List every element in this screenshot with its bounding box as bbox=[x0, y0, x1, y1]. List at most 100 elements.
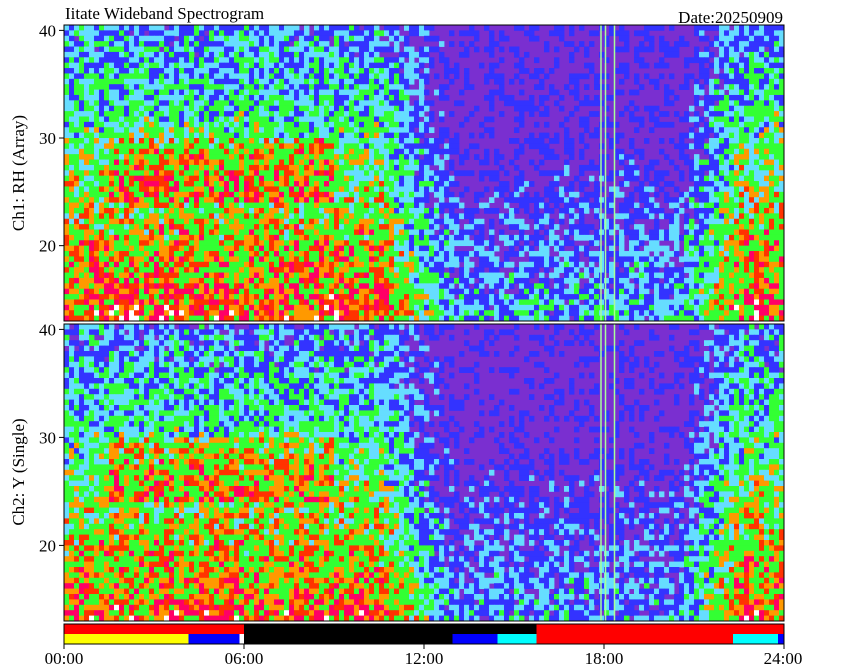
spectrogram-cell bbox=[169, 116, 175, 123]
spectrogram-cell bbox=[659, 46, 665, 53]
spectrogram-cell bbox=[464, 84, 470, 90]
spectrogram-cell bbox=[549, 218, 555, 225]
spectrogram-cell bbox=[499, 181, 505, 187]
spectrogram-cell bbox=[734, 116, 740, 123]
spectrogram-cell bbox=[234, 41, 240, 47]
spectrogram-cell bbox=[194, 132, 200, 139]
spectrogram-cell bbox=[664, 181, 670, 187]
spectrogram-cell bbox=[369, 251, 375, 257]
spectrogram-cell bbox=[244, 105, 250, 112]
spectrogram-cell bbox=[754, 100, 760, 107]
spectrogram-cell bbox=[209, 41, 215, 47]
spectrogram-cell bbox=[644, 30, 650, 37]
spectrogram-cell bbox=[564, 138, 570, 144]
spectrogram-cell bbox=[594, 164, 600, 171]
spectrogram-cell bbox=[424, 234, 430, 241]
spectrogram-cell bbox=[204, 170, 210, 177]
spectrogram-cell bbox=[719, 94, 725, 101]
spectrogram-cell bbox=[219, 218, 225, 225]
spectrogram-cell bbox=[404, 154, 410, 160]
spectrogram-cell bbox=[79, 251, 85, 257]
spectrogram-cell bbox=[759, 94, 765, 101]
spectrogram-cell bbox=[414, 240, 420, 247]
spectrogram-cell bbox=[214, 218, 220, 225]
spectrogram-cell bbox=[534, 240, 540, 247]
spectrogram-cell bbox=[314, 234, 320, 241]
spectrogram-cell bbox=[259, 234, 265, 241]
spectrogram-cell bbox=[274, 218, 280, 225]
spectrogram-cell bbox=[414, 191, 420, 198]
spectrogram-cell bbox=[319, 224, 325, 230]
spectrogram-cell bbox=[169, 240, 175, 247]
spectrogram-cell bbox=[69, 105, 75, 112]
spectrogram-cell bbox=[724, 181, 730, 187]
spectrogram-cell bbox=[414, 213, 420, 220]
spectrogram-cell bbox=[404, 51, 410, 58]
spectrogram-cell bbox=[409, 89, 415, 96]
spectrogram-cell bbox=[144, 68, 150, 74]
spectrogram-cell bbox=[279, 197, 285, 203]
spectrogram-cell bbox=[124, 186, 130, 193]
spectrogram-cell bbox=[214, 154, 220, 160]
spectrogram-cell bbox=[379, 73, 385, 80]
spectrogram-cell bbox=[69, 68, 75, 74]
spectrogram-cell bbox=[774, 62, 780, 69]
spectrogram-cell bbox=[194, 105, 200, 112]
spectrogram-cell bbox=[194, 94, 200, 101]
spectrogram-cell bbox=[254, 78, 260, 85]
spectrogram-cell bbox=[394, 41, 400, 47]
spectrogram-cell bbox=[104, 256, 110, 263]
spectrogram-cell bbox=[154, 240, 160, 247]
spectrogram-cell bbox=[164, 30, 170, 37]
spectrogram-cell bbox=[764, 57, 770, 64]
spectrogram-cell bbox=[84, 138, 90, 144]
spectrogram-cell bbox=[319, 181, 325, 187]
spectrogram-cell bbox=[154, 127, 160, 134]
spectrogram-cell bbox=[689, 175, 695, 182]
spectrogram-cell bbox=[704, 256, 710, 263]
spectrogram-cell bbox=[324, 170, 330, 177]
spectrogram-cell bbox=[754, 229, 760, 236]
spectrogram-cell bbox=[409, 175, 415, 182]
spectrogram-cell bbox=[94, 127, 100, 134]
spectrogram-cell bbox=[634, 234, 640, 241]
spectrogram-cell bbox=[379, 94, 385, 101]
spectrogram-cell bbox=[359, 234, 365, 241]
spectrogram-cell bbox=[89, 121, 95, 128]
spectrogram-cell bbox=[499, 154, 505, 160]
spectrogram-cell bbox=[164, 41, 170, 47]
spectrogram-cell bbox=[749, 127, 755, 134]
spectrogram-cell bbox=[409, 197, 415, 203]
spectrogram-cell bbox=[699, 159, 705, 166]
spectrogram-cell bbox=[419, 100, 425, 107]
spectrogram-cell bbox=[734, 46, 740, 53]
spectrogram-cell bbox=[414, 62, 420, 69]
spectrogram-cell bbox=[434, 138, 440, 144]
spectrogram-cell bbox=[294, 121, 300, 128]
spectrogram-cell bbox=[389, 164, 395, 171]
spectrogram-cell bbox=[259, 181, 265, 187]
spectrogram-cell bbox=[464, 30, 470, 37]
spectrogram-cell bbox=[744, 256, 750, 263]
spectrogram-cell bbox=[459, 51, 465, 58]
spectrogram-cell bbox=[279, 186, 285, 193]
spectrogram-cell bbox=[344, 68, 350, 74]
spectrogram-cell bbox=[394, 68, 400, 74]
spectrogram-cell bbox=[449, 202, 455, 209]
spectrogram-cell bbox=[709, 143, 715, 150]
spectrogram-cell bbox=[514, 62, 520, 69]
spectrogram-cell bbox=[434, 170, 440, 177]
spectrogram-cell bbox=[659, 256, 665, 263]
spectrogram-cell bbox=[389, 213, 395, 220]
spectrogram-cell bbox=[284, 256, 290, 263]
spectrogram-cell bbox=[234, 51, 240, 58]
spectrogram-cell bbox=[69, 116, 75, 123]
spectrogram-cell bbox=[514, 148, 520, 155]
spectrogram-cell bbox=[324, 127, 330, 134]
spectrogram-cell bbox=[709, 251, 715, 257]
spectrogram-cell bbox=[274, 175, 280, 182]
spectrogram-cell bbox=[549, 234, 555, 241]
spectrogram-cell bbox=[239, 256, 245, 263]
spectrogram-cell bbox=[739, 57, 745, 64]
spectrogram-cell bbox=[339, 213, 345, 220]
